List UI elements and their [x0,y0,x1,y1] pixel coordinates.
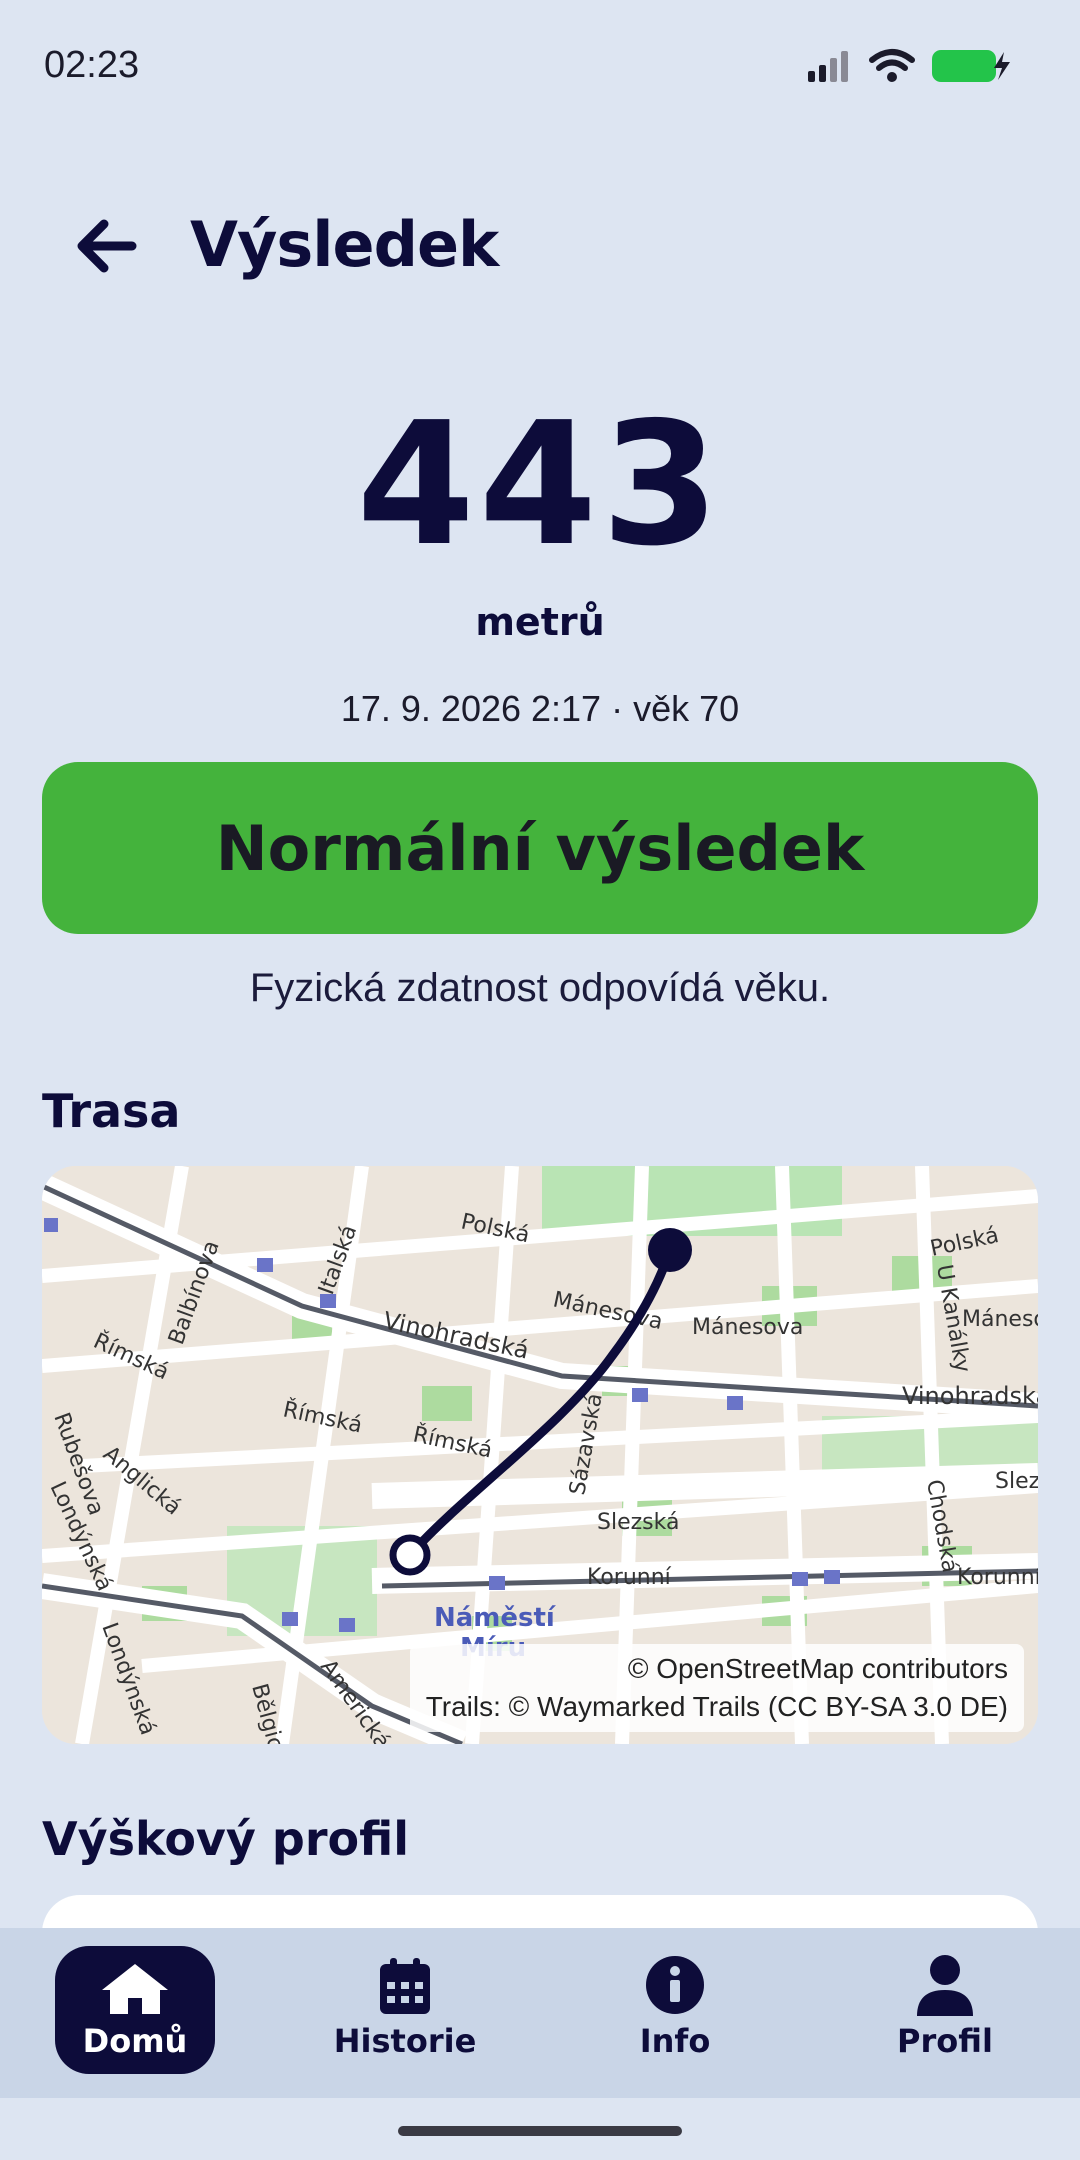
result-verdict-label: Normální výsledek [215,811,865,885]
page-title: Výsledek [190,208,499,281]
route-start-marker [389,1534,431,1576]
nav-item-info[interactable]: Info [595,1946,755,2074]
nav-item-label: Info [639,2022,711,2060]
street-label: Slezská [995,1469,1038,1494]
info-icon [646,1956,704,2014]
status-time: 02:23 [44,44,140,86]
battery-charging-icon [932,50,1010,82]
nav-item-history[interactable]: Historie [325,1946,485,2074]
wifi-icon [869,49,915,82]
nav-item-label: Domů [82,2022,188,2060]
signal-icon [808,51,848,82]
map-attribution: © OpenStreetMap contributors Trails: © W… [409,1644,1024,1732]
calendar-icon [380,1958,430,2014]
status-icons [806,48,1014,84]
route-end-marker [648,1228,692,1272]
nav-item-label: Profil [897,2022,993,2060]
home-indicator[interactable] [398,2126,682,2136]
nav-item-home[interactable]: Domů [55,1946,215,2074]
attribution-trails[interactable]: Trails: © Waymarked Trails (CC BY-SA 3.0… [426,1688,1008,1726]
nav-item-profile[interactable]: Profil [865,1946,1025,2074]
distance-value: 443 [356,386,724,584]
attribution-osm[interactable]: © OpenStreetMap contributors [426,1650,1008,1688]
elevation-section-title: Výškový profil [42,1812,409,1866]
street-label: Korunní [957,1565,1038,1590]
street-label: Mánesova [692,1315,803,1340]
street-label: Mánesova [962,1307,1038,1332]
app-header: Výsledek [0,200,1080,290]
back-arrow-icon[interactable] [70,210,142,282]
bottom-navigation: Domů Historie Info Profil [0,1928,1080,2098]
person-icon [917,1955,973,2016]
place-label: Náměstí [434,1603,557,1633]
street-label: Korunní [587,1565,672,1590]
result-verdict-badge: Normální výsledek [42,762,1038,934]
route-section-title: Trasa [42,1084,181,1138]
result-description: Fyzická zdatnost odpovídá věku. [249,966,831,1010]
street-label: Vinohradská [902,1382,1038,1410]
home-icon [102,1964,168,2014]
result-meta: 17. 9. 2026 2:17 · věk 70 [340,688,740,729]
status-bar: 02:23 [0,0,1080,130]
street-label: Slezská [597,1510,679,1535]
nav-item-label: Historie [333,2022,477,2060]
route-map[interactable]: Polská Polská Italská Balbínova Římská R… [42,1166,1038,1744]
distance-unit: metrů [475,600,605,644]
